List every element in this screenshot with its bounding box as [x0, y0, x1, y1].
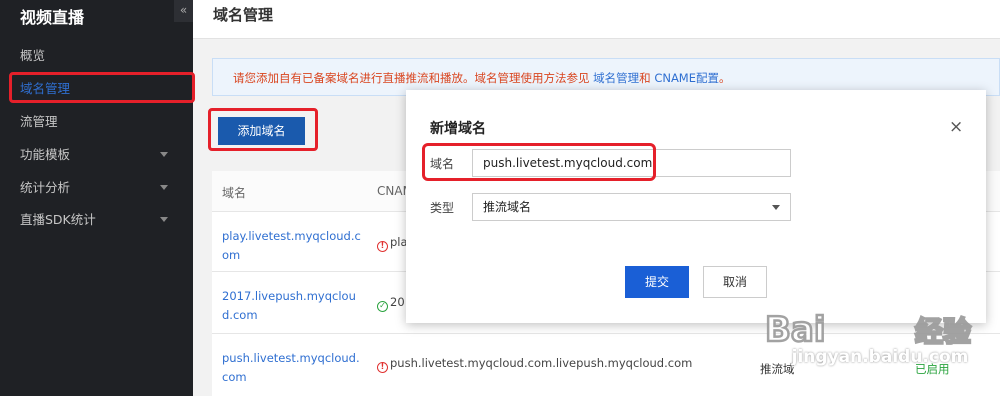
- chevron-down-icon: [160, 217, 168, 222]
- type-select[interactable]: 推流域名: [472, 193, 791, 221]
- column-header-domain: 域名: [222, 186, 247, 200]
- watermark-text: jingyan.baidu.com: [791, 347, 969, 367]
- add-domain-dialog: 新增域名 × 域名 push.livetest.myqcloud.com 类型 …: [406, 90, 986, 323]
- sidebar-item-statistics[interactable]: 统计分析: [20, 177, 70, 196]
- chevron-down-icon: [772, 205, 780, 210]
- chevron-down-icon: [160, 152, 168, 157]
- sidebar-item-overview[interactable]: 概览: [20, 45, 45, 64]
- notice-message: 请您添加自有已备案域名进行直播推流和播放。域名管理使用方法参见: [233, 71, 590, 85]
- sidebar-item-stream-management[interactable]: 流管理: [20, 111, 58, 130]
- collapse-sidebar-button[interactable]: «: [174, 0, 193, 22]
- domain-management-link[interactable]: 域名管理: [593, 71, 639, 85]
- svg-text:经验: 经验: [915, 315, 971, 348]
- error-icon: !: [377, 362, 388, 373]
- cname-cell: ! push.livetest.myqcloud.com.livepush.myq…: [377, 356, 692, 373]
- notice-end: 。: [719, 71, 731, 85]
- submit-button[interactable]: 提交: [625, 266, 689, 298]
- cname-cell: ! pla: [377, 235, 408, 252]
- sidebar-item-templates[interactable]: 功能模板: [20, 144, 70, 163]
- domain-link[interactable]: play.livetest.myqcloud.com: [222, 227, 362, 265]
- error-icon: !: [377, 241, 388, 252]
- svg-text:Bai: Bai: [765, 310, 826, 350]
- notice-text: 请您添加自有已备案域名进行直播推流和播放。域名管理使用方法参见 域名管理和 CN…: [233, 70, 731, 86]
- highlight-box: [422, 143, 656, 181]
- sidebar: 视频直播 « 概览 域名管理 流管理 功能模板 统计分析 直播SDK统计: [0, 0, 193, 396]
- dialog-title: 新增域名: [430, 121, 486, 137]
- cname-value: 20: [390, 295, 405, 309]
- page-header: 域名管理: [193, 0, 1000, 39]
- sidebar-item-sdk-statistics[interactable]: 直播SDK统计: [20, 209, 96, 228]
- highlight-box: [9, 72, 195, 103]
- domain-link[interactable]: push.livetest.myqcloud.com: [222, 349, 362, 387]
- page-title: 域名管理: [213, 6, 274, 24]
- type-select-value: 推流域名: [483, 200, 532, 214]
- chevron-down-icon: [160, 185, 168, 190]
- baidu-paw-logo-icon: Bai 经验: [764, 291, 972, 351]
- watermark: Bai 经验 jingyan.baidu.com: [764, 291, 995, 393]
- cname-config-link[interactable]: CNAME配置: [654, 71, 719, 85]
- cname-cell: ✓ 20: [377, 295, 405, 312]
- type-field-label: 类型: [430, 201, 455, 215]
- highlight-box: [208, 108, 318, 151]
- notice-separator: 和: [639, 71, 651, 85]
- success-icon: ✓: [377, 301, 388, 312]
- cname-value: push.livetest.myqcloud.com.livepush.myqc…: [390, 356, 693, 370]
- cname-value: pla: [390, 235, 408, 249]
- app-title: 视频直播: [20, 8, 85, 27]
- cancel-button[interactable]: 取消: [703, 266, 767, 298]
- close-icon[interactable]: ×: [949, 117, 963, 137]
- domain-link[interactable]: 2017.livepush.myqcloud.com: [222, 287, 362, 325]
